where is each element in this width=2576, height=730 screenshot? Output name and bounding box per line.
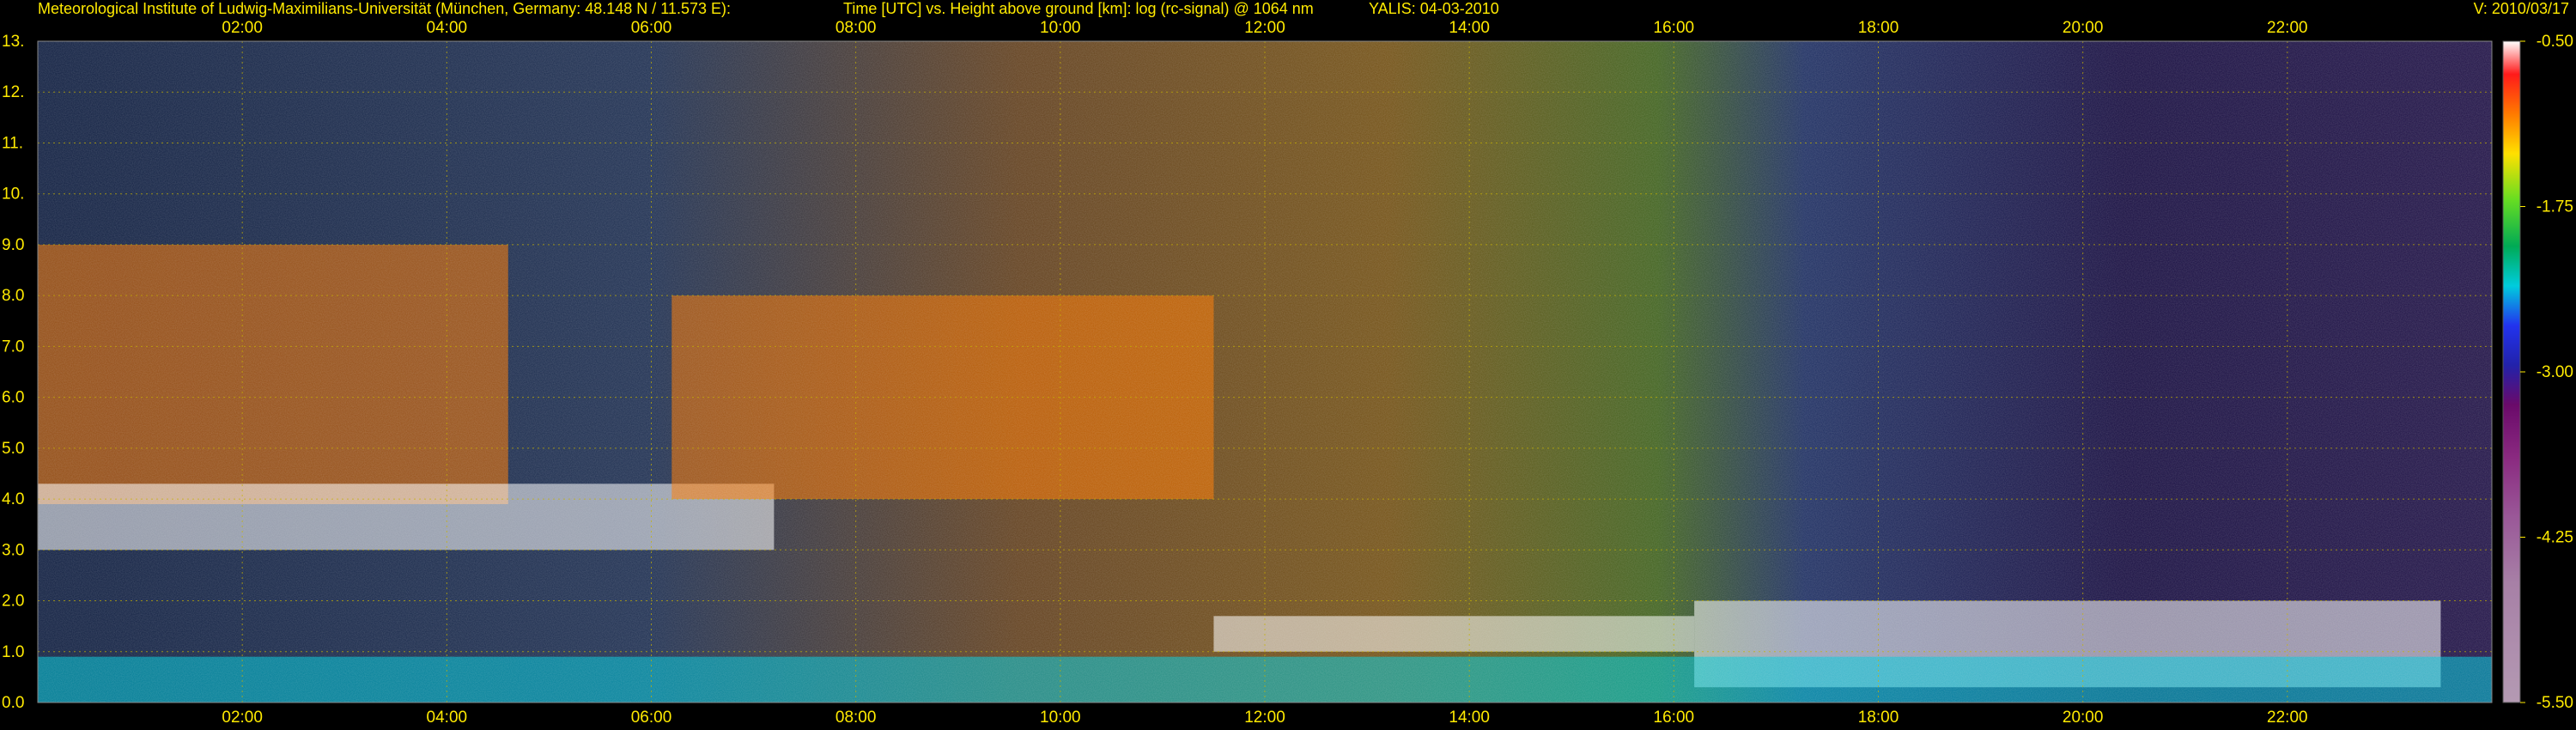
x-tick-label-bottom: 08:00 xyxy=(835,709,877,727)
x-tick-label-bottom: 12:00 xyxy=(1244,709,1285,727)
x-tick-label-top: 22:00 xyxy=(2267,19,2308,37)
y-tick-label: 6.0 xyxy=(2,389,24,407)
y-tick-label: 5.0 xyxy=(2,440,24,458)
y-tick-label: 4.0 xyxy=(2,490,24,508)
colorbar-tick-label: -0.50 xyxy=(2537,33,2573,51)
x-tick-label-top: 20:00 xyxy=(2063,19,2104,37)
y-tick-label: 11. xyxy=(2,134,23,152)
x-tick-label-top: 10:00 xyxy=(1040,19,1081,37)
y-tick-label: 1.0 xyxy=(2,643,24,661)
y-tick-label: 8.0 xyxy=(2,287,24,305)
colorbar-tick-label: -4.25 xyxy=(2537,529,2573,547)
y-tick-label: 10. xyxy=(2,186,24,204)
x-tick-label-top: 02:00 xyxy=(222,19,263,37)
x-tick-label-bottom: 04:00 xyxy=(427,709,468,727)
x-tick-label-bottom: 02:00 xyxy=(222,709,263,727)
y-tick-label: 2.0 xyxy=(2,593,24,611)
y-tick-label: 13. xyxy=(2,33,24,51)
x-tick-label-bottom: 06:00 xyxy=(631,709,672,727)
x-tick-label-top: 04:00 xyxy=(427,19,468,37)
x-tick-label-bottom: 14:00 xyxy=(1449,709,1490,727)
x-tick-label-bottom: 16:00 xyxy=(1654,709,1695,727)
colorbar xyxy=(2502,40,2521,703)
x-tick-label-top: 18:00 xyxy=(1858,19,1899,37)
x-tick-label-bottom: 18:00 xyxy=(1858,709,1899,727)
x-tick-label-top: 16:00 xyxy=(1654,19,1695,37)
x-tick-label-top: 14:00 xyxy=(1449,19,1490,37)
y-tick-label: 7.0 xyxy=(2,338,24,356)
colorbar-tick-label: -5.50 xyxy=(2537,694,2573,712)
y-tick-label: 12. xyxy=(2,83,24,101)
x-tick-label-top: 08:00 xyxy=(835,19,877,37)
x-tick-label-bottom: 10:00 xyxy=(1040,709,1081,727)
colorbar-tick-label: -1.75 xyxy=(2537,198,2573,216)
x-tick-label-top: 06:00 xyxy=(631,19,672,37)
lidar-chart: 0.0 1.0 2.0 3.0 4.0 5.0 6.0 7.0 8.0 9.0 10. 11. 12. 1… xyxy=(2,19,2573,727)
y-tick-label: 9.0 xyxy=(2,236,24,254)
y-tick-label: 3.0 xyxy=(2,541,24,559)
x-tick-label-bottom: 20:00 xyxy=(2063,709,2104,727)
colorbar-tick-label: -3.00 xyxy=(2537,363,2573,381)
x-tick-label-top: 12:00 xyxy=(1244,19,1285,37)
x-tick-label-bottom: 22:00 xyxy=(2267,709,2308,727)
y-tick-label: 0.0 xyxy=(2,694,24,712)
